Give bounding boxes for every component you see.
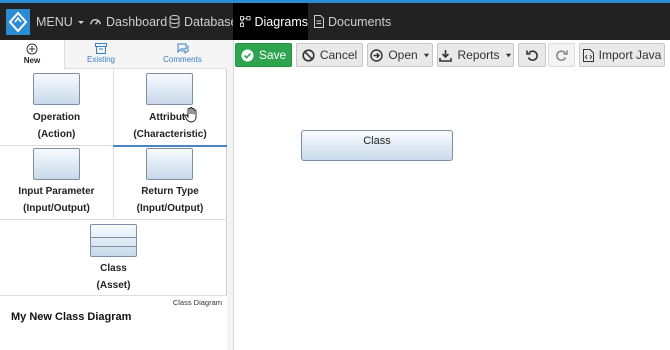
palette-item-type: (Action) [37, 129, 76, 140]
input-parameter-shape-icon [33, 148, 80, 180]
reports-label: Reports [457, 48, 500, 62]
class-node-label: Class [363, 135, 391, 147]
redo-button[interactable] [548, 43, 575, 67]
diagram-canvas[interactable] [235, 40, 670, 350]
palette-item-attribute[interactable]: Attribute (Characteristic) [113, 69, 227, 145]
diagram-icon [240, 16, 251, 27]
tab-existing[interactable]: Existing [69, 40, 133, 69]
diagram-info: Class Diagram My New Class Diagram [0, 295, 227, 350]
archive-icon [95, 43, 107, 54]
palette-item-name: Attribute [149, 112, 191, 123]
palette-item-name: Class [100, 263, 127, 274]
nav-item-database[interactable]: Database [169, 3, 238, 40]
undo-icon [525, 49, 538, 61]
redo-icon [556, 49, 568, 61]
palette-item-type: (Asset) [96, 280, 131, 291]
diagram-kind: Class Diagram [172, 298, 222, 307]
operation-shape-icon [33, 73, 80, 105]
dashboard-icon [90, 19, 101, 25]
check-circle-icon [241, 49, 254, 61]
tab-label: New [23, 56, 41, 65]
tab-new[interactable]: New [0, 40, 65, 70]
palette-item-class[interactable]: Class (Asset) [0, 220, 227, 295]
palette-item-name: Input Parameter [18, 186, 95, 197]
nav-item-dashboard[interactable]: Dashboard [89, 3, 167, 40]
cancel-button[interactable]: Cancel [296, 43, 363, 67]
tab-label: Comments [163, 55, 202, 64]
plus-circle-icon [26, 43, 38, 55]
return-type-shape-icon [146, 148, 193, 180]
canvas-class-node[interactable]: Class [301, 130, 453, 161]
palette-tabs: New Existing Comments [0, 40, 227, 70]
diagram-name[interactable]: My New Class Diagram [11, 311, 131, 323]
menu-label: MENU [36, 14, 73, 29]
palette-item-return-type[interactable]: Return Type (Input/Output) [113, 146, 227, 219]
nav-item-documents[interactable]: Documents [314, 3, 391, 40]
caret-down-icon [423, 53, 429, 57]
nav-item-label: Diagrams [254, 14, 309, 29]
palette-item-type: (Input/Output) [23, 203, 90, 214]
nav-item-label: Documents [328, 14, 392, 29]
import-java-label: Import Java [598, 48, 662, 62]
panel-splitter[interactable] [227, 40, 234, 350]
undo-button[interactable] [518, 43, 546, 67]
cancel-label: Cancel [319, 48, 358, 62]
class-shape-icon [90, 224, 137, 257]
palette-item-name: Return Type [141, 186, 199, 197]
save-button[interactable]: Save [235, 43, 292, 67]
open-button[interactable]: Open [367, 43, 433, 67]
download-icon [439, 49, 453, 62]
tab-label: Existing [86, 55, 115, 64]
hand-pointer-cursor-icon [184, 107, 197, 123]
top-nav-bar: MENU Dashboard Database Diagrams Documen… [0, 0, 670, 40]
nav-item-diagrams[interactable]: Diagrams [233, 3, 308, 40]
menu-button[interactable]: MENU [36, 3, 90, 40]
open-label: Open [388, 48, 418, 62]
palette-item-type: (Input/Output) [136, 203, 204, 214]
nav-item-label: Dashboard [106, 14, 168, 29]
tab-comments[interactable]: Comments [150, 40, 215, 69]
document-icon [314, 15, 324, 28]
palette-item-name: Operation [32, 112, 81, 123]
reports-button[interactable]: Reports [437, 43, 514, 67]
palette-item-operation[interactable]: Operation (Action) [0, 69, 113, 145]
nav-item-label: Database [184, 14, 238, 29]
attribute-shape-icon [146, 73, 193, 105]
file-code-icon [582, 48, 594, 62]
caret-down-icon [77, 20, 84, 24]
arrow-circle-right-icon [370, 48, 384, 62]
palette-item-type: (Characteristic) [133, 129, 207, 140]
caret-down-icon [505, 53, 511, 57]
palette-panel: New Existing Comments Operation (Action)… [0, 40, 227, 350]
import-java-button[interactable]: Import Java [579, 43, 665, 67]
ban-icon [302, 48, 315, 62]
app-logo[interactable] [6, 9, 30, 35]
palette-item-input-parameter[interactable]: Input Parameter (Input/Output) [0, 146, 113, 219]
database-icon [169, 15, 180, 28]
comments-icon [177, 43, 188, 54]
save-label: Save [258, 48, 287, 62]
